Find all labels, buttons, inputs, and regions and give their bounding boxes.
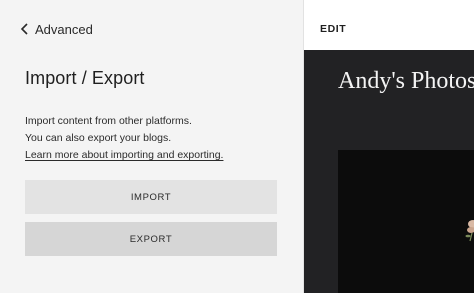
description-line-1: Import content from other platforms. [25, 115, 192, 127]
edit-button[interactable]: EDIT [320, 23, 346, 35]
learn-more-link[interactable]: Learn more about importing and exporting… [25, 149, 223, 161]
site-preview: Andy's Photos [304, 50, 474, 293]
chevron-left-icon [20, 23, 28, 35]
hero-image [338, 150, 474, 293]
site-preview-pane: EDIT Andy's Photos [304, 0, 474, 293]
back-to-advanced-link[interactable]: Advanced [20, 20, 93, 38]
export-button[interactable]: EXPORT [25, 222, 277, 256]
back-label: Advanced [35, 21, 93, 37]
description-line-2: You can also export your blogs. [25, 132, 172, 144]
import-button[interactable]: IMPORT [25, 180, 277, 214]
page-title: Import / Export [25, 68, 145, 88]
site-title: Andy's Photos [338, 68, 474, 94]
flower-decoration [465, 220, 474, 242]
settings-panel: Advanced Import / Export Import content … [0, 0, 303, 293]
